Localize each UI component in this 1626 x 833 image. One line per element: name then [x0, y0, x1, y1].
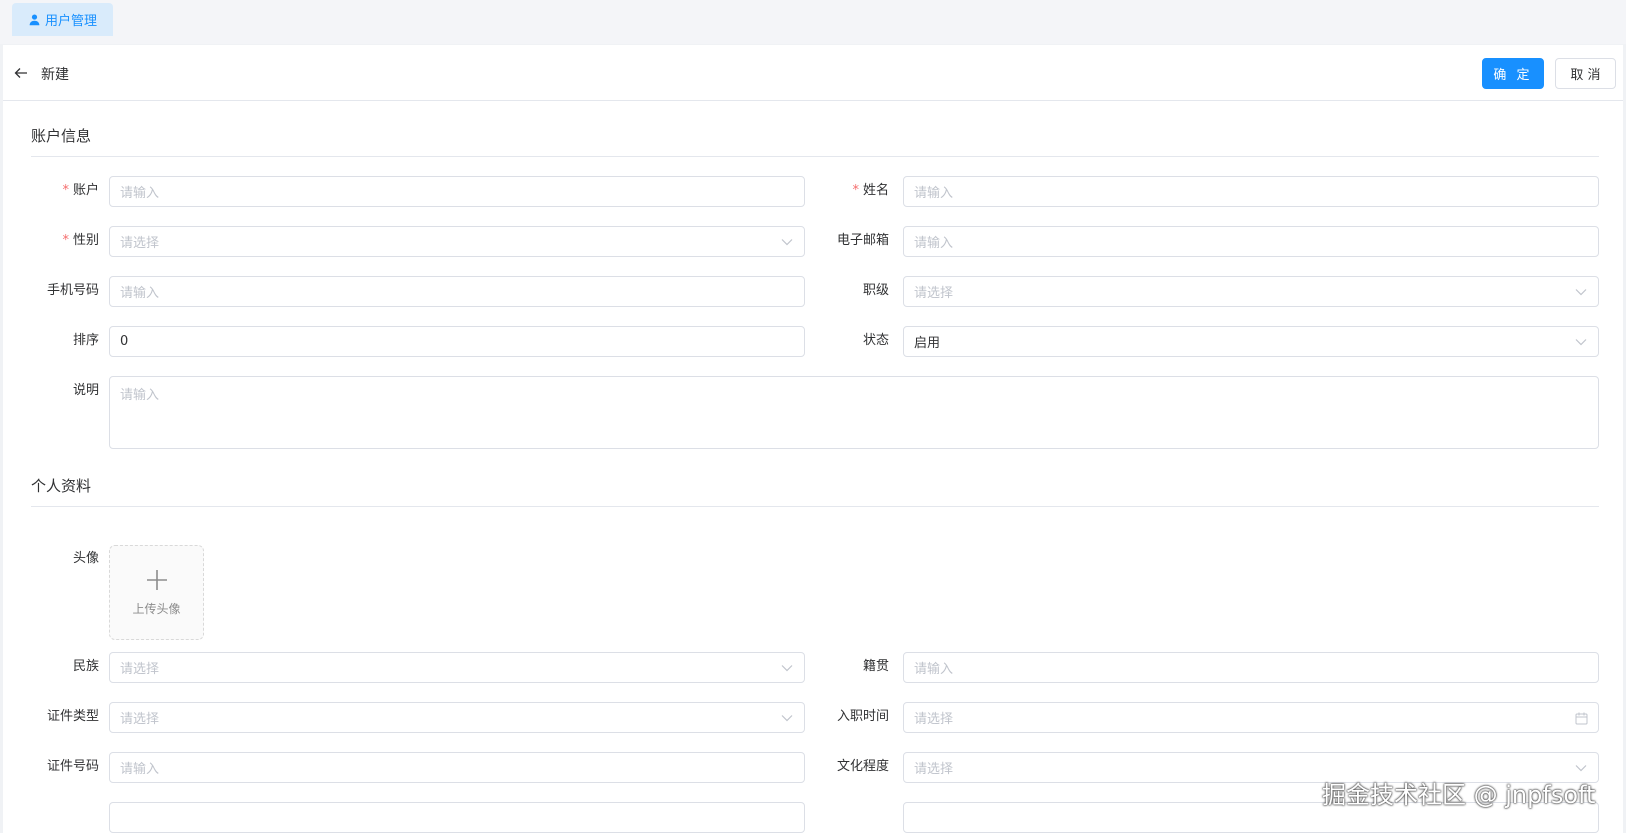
native-place-label: 籍贯 [862, 659, 889, 674]
confirm-button[interactable]: 确 定 [1482, 58, 1544, 89]
account-input[interactable]: 请输入 [109, 176, 805, 207]
section-title-profile: 个人资料 [31, 477, 92, 495]
email-label: 电子邮箱 [836, 233, 889, 248]
page-header: 新建 确 定 取 消 [3, 45, 1623, 101]
tab-bar: 用户管理 [0, 0, 1626, 44]
section-divider [31, 506, 1599, 507]
native-place-input[interactable]: 请输入 [903, 652, 1599, 683]
calendar-icon [1574, 711, 1588, 725]
status-select[interactable]: 启用 [903, 326, 1599, 357]
required-mark: * [852, 183, 859, 198]
gender-select[interactable]: 请选择 [109, 226, 805, 257]
tab-user-management[interactable]: 用户管理 [12, 3, 114, 36]
upload-text: 上传头像 [132, 602, 181, 616]
avatar-label: 头像 [72, 551, 99, 566]
arrow-left-icon[interactable] [11, 63, 31, 83]
watermark: 掘金技术社区 @ jnpfsoft [1322, 781, 1596, 809]
section-title-account: 账户信息 [31, 127, 92, 145]
ethnicity-label: 民族 [72, 659, 99, 674]
required-mark: * [62, 183, 69, 198]
hire-date-picker[interactable]: 请选择 [903, 702, 1599, 733]
next-row-left-field[interactable] [109, 802, 805, 833]
cancel-button[interactable]: 取 消 [1555, 58, 1616, 89]
chevron-down-icon [1574, 761, 1588, 775]
form-panel: 新建 确 定 取 消 账户信息 * 账户 请输入 * 姓名 请输入 * 性别 请选择 … [3, 45, 1623, 833]
email-input[interactable]: 请输入 [903, 226, 1599, 257]
gender-label: * 性别 [62, 233, 99, 248]
description-textarea[interactable]: 请输入 [109, 376, 1599, 449]
rank-select[interactable]: 请选择 [903, 276, 1599, 307]
phone-input[interactable]: 请输入 [109, 276, 805, 307]
education-label: 文化程度 [836, 759, 889, 774]
chevron-down-icon [1574, 285, 1588, 299]
id-number-label: 证件号码 [46, 759, 99, 774]
required-mark: * [62, 233, 69, 248]
sort-label: 排序 [72, 333, 99, 348]
name-label: * 姓名 [852, 183, 889, 198]
chevron-down-icon [1574, 335, 1588, 349]
description-label: 说明 [72, 383, 99, 398]
sort-input[interactable]: 0 [109, 326, 805, 357]
phone-label: 手机号码 [46, 283, 99, 298]
plus-icon [146, 570, 167, 590]
name-input[interactable]: 请输入 [903, 176, 1599, 207]
id-type-label: 证件类型 [46, 709, 99, 724]
user-icon [29, 14, 40, 26]
account-label: * 账户 [62, 183, 99, 198]
ethnicity-select[interactable]: 请选择 [109, 652, 805, 683]
tab-label: 用户管理 [45, 14, 98, 29]
id-number-input[interactable]: 请输入 [109, 752, 805, 783]
section-divider [31, 156, 1599, 157]
page-title: 新建 [41, 67, 69, 83]
hire-date-label: 入职时间 [836, 709, 889, 724]
chevron-down-icon [780, 661, 794, 675]
rank-label: 职级 [862, 283, 889, 298]
id-type-select[interactable]: 请选择 [109, 702, 805, 733]
chevron-down-icon [780, 711, 794, 725]
avatar-uploader[interactable]: 上传头像 [109, 545, 204, 640]
chevron-down-icon [780, 235, 794, 249]
status-label: 状态 [862, 333, 889, 348]
